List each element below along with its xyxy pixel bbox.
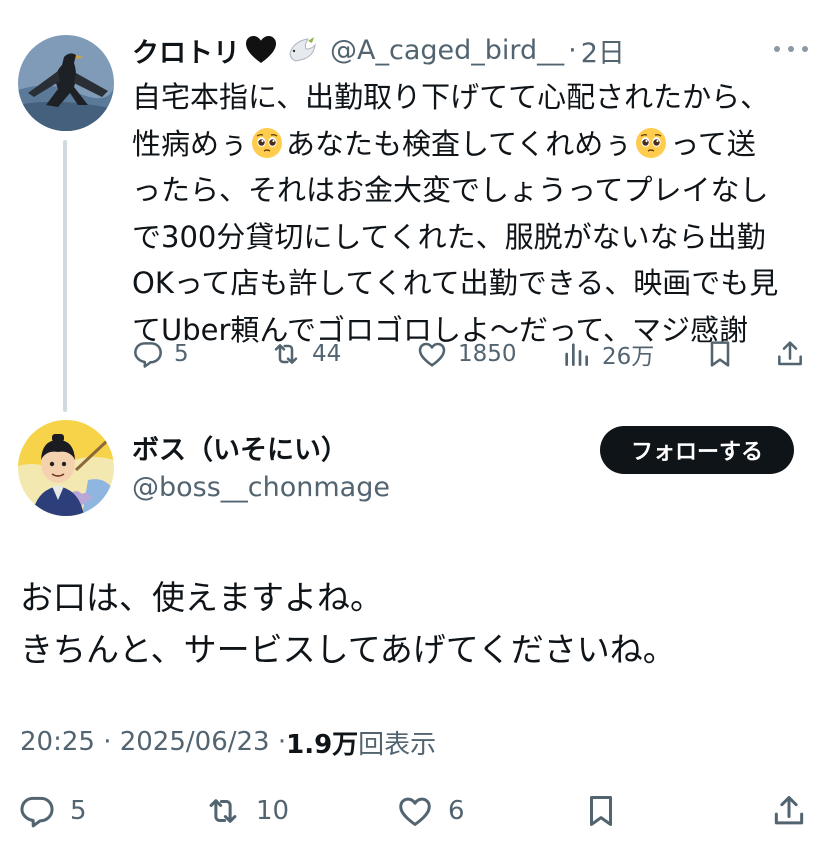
thread-line — [63, 140, 67, 412]
tweet-line: 性病めぅ あなたも検査してくれめぅ って送 — [132, 126, 756, 161]
reply-like-count: 6 — [448, 796, 465, 826]
tweet-line: OKって店も許してくれて出勤できる、映画でも見 — [132, 266, 779, 300]
parent-action-bar: 5 44 1850 26万 — [132, 334, 808, 374]
reply-avatar[interactable] — [18, 420, 114, 516]
views-button[interactable]: 26万 — [560, 334, 654, 374]
reply-views-label: 回表示 — [358, 729, 437, 760]
reply-reply-button[interactable]: 5 — [18, 788, 87, 834]
bookmark-icon — [710, 341, 730, 367]
share-icon — [774, 796, 804, 825]
reply-line: お口は、使えますよね。 — [20, 578, 383, 617]
reply-icon — [20, 796, 54, 828]
retweet-icon — [209, 799, 237, 823]
parent-display-name[interactable]: クロトリ — [132, 31, 240, 70]
parent-tweet-text: 自宅本指に、出勤取り下げてて心配されたから、 性病めぅ あなたも検査してくれめぅっ… — [132, 74, 812, 353]
reply-retweet-count: 10 — [256, 796, 290, 826]
follow-button[interactable]: フォローする — [600, 426, 794, 474]
share-button[interactable] — [774, 334, 806, 374]
reply-meta: 20:25 · 2025/06/23 · 1.9万 回表示 — [20, 722, 436, 762]
views-icon — [565, 343, 588, 366]
tweet-line: 自宅本指に、出勤取り下げてて心配されたから、 — [132, 80, 770, 114]
bookmark-button[interactable] — [704, 334, 736, 374]
parent-avatar[interactable] — [18, 35, 114, 131]
share-icon — [778, 341, 802, 366]
bookmark-icon — [589, 796, 613, 826]
reply-icon — [134, 342, 162, 368]
black-heart-icon — [244, 33, 278, 67]
like-icon — [399, 797, 431, 826]
tweet-line: で300分貸切にしてくれた、服脱がないなら出勤 — [132, 219, 766, 254]
parent-time[interactable]: 2日 — [581, 31, 625, 70]
reply-action-bar: 5 10 6 — [18, 788, 810, 834]
reply-retweet-button[interactable]: 10 — [204, 788, 289, 834]
dove-icon — [284, 33, 318, 67]
reply-share-button[interactable] — [770, 788, 808, 834]
reply-display-name[interactable]: ボス（いそにい） — [132, 428, 348, 467]
retweet-icon — [274, 344, 298, 364]
reply-button[interactable]: 5 — [132, 334, 189, 374]
pleading-face-icon — [634, 126, 668, 160]
reply-handle[interactable]: @boss__chonmage — [132, 472, 390, 503]
reply-like-button[interactable]: 6 — [396, 788, 465, 834]
reply-views-count: 1.9万 — [286, 729, 359, 760]
parent-handle[interactable]: @A_caged_bird__ — [330, 35, 564, 66]
reply-tweet-text: お口は、使えますよね。 きちんと、サービスしてあげてくださいね。 — [20, 572, 676, 676]
like-count: 1850 — [458, 341, 517, 367]
like-icon — [418, 342, 446, 367]
views-count: 26万 — [602, 344, 655, 370]
reply-count: 5 — [174, 341, 189, 367]
reply-bookmark-button[interactable] — [582, 788, 620, 834]
retweet-count: 44 — [312, 341, 342, 367]
reply-reply-count: 5 — [70, 796, 87, 826]
more-icon[interactable] — [774, 34, 808, 64]
separator: · — [568, 34, 577, 66]
parent-header: クロトリ @A_caged_bird__ · 2日 — [132, 28, 625, 72]
reply-timestamp[interactable]: 20:25 · 2025/06/23 · — [20, 727, 286, 757]
pleading-face-icon — [250, 126, 284, 160]
like-button[interactable]: 1850 — [416, 334, 517, 374]
tweet-line: ったら、それはお金大変でしょうってプレイなし — [132, 173, 769, 207]
retweet-button[interactable]: 44 — [270, 334, 341, 374]
reply-line: きちんと、サービスしてあげてくださいね。 — [20, 630, 676, 669]
